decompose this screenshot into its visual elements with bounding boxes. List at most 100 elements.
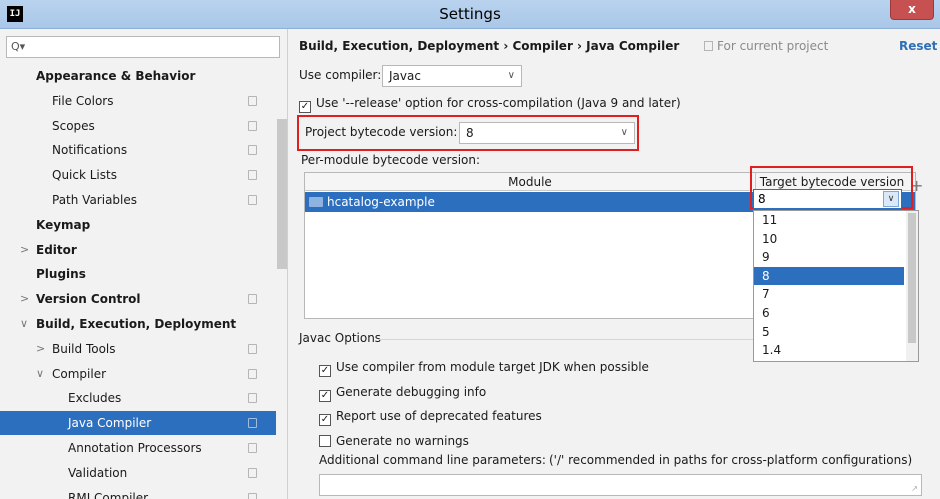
sidebar-scrollbar[interactable] — [277, 119, 287, 269]
title-bar: IJ Settings x — [0, 0, 940, 29]
project-scope-icon — [248, 120, 257, 131]
release-checkbox[interactable]: ✓ — [299, 101, 311, 113]
dropdown-option[interactable]: 7 — [754, 285, 904, 303]
use-compiler-label: Use compiler: — [299, 68, 382, 82]
sidebar-item-plugins[interactable]: Plugins — [0, 262, 276, 286]
additional-params-label: Additional command line parameters: — [319, 453, 546, 467]
reset-link[interactable]: Reset — [899, 39, 937, 53]
chevron-down-icon[interactable]: ∨ — [20, 312, 28, 336]
sidebar-item-build-execution-deployment[interactable]: ∨ Build, Execution, Deployment — [0, 312, 276, 336]
sidebar-item-version-control[interactable]: > Version Control — [0, 287, 276, 311]
sidebar-item-label: File Colors — [52, 93, 114, 108]
sidebar-item-compiler[interactable]: ∨ Compiler — [0, 362, 276, 386]
chevron-right-icon[interactable]: > — [20, 238, 29, 262]
sidebar-item-editor[interactable]: > Editor — [0, 238, 276, 262]
sidebar-item-path-variables[interactable]: Path Variables — [0, 188, 276, 212]
for-current-project: For current project — [704, 39, 828, 53]
project-scope-icon — [248, 294, 257, 305]
resize-handle-icon[interactable]: ↗ — [911, 484, 918, 493]
javac-option[interactable]: ✓ Generate debugging info — [319, 385, 486, 402]
sidebar-item-label: Annotation Processors — [68, 441, 202, 455]
sidebar-item-appearance-behavior[interactable]: Appearance & Behavior — [0, 64, 276, 88]
sidebar-item-label: Editor — [36, 242, 77, 257]
sidebar-item-scopes[interactable]: Scopes — [0, 114, 276, 138]
javac-option[interactable]: ✓ Report use of deprecated features — [319, 409, 542, 426]
chevron-right-icon[interactable]: > — [36, 337, 45, 361]
compiler-select[interactable]: Javac ∨ — [382, 65, 522, 87]
sidebar-item-notifications[interactable]: Notifications — [0, 138, 276, 162]
javac-option-label: Report use of deprecated features — [336, 409, 542, 423]
project-scope-icon — [248, 443, 257, 453]
sidebar-item-rmi-compiler[interactable]: RMI Compiler — [0, 486, 276, 499]
project-bytecode-select[interactable]: 8 ∨ — [459, 122, 635, 144]
project-scope-icon — [248, 467, 257, 478]
dropdown-option[interactable]: 5 — [754, 323, 904, 341]
sidebar-item-label: Keymap — [36, 217, 91, 232]
breadcrumb: Build, Execution, Deployment › Compiler … — [299, 39, 680, 53]
chevron-right-icon[interactable]: > — [20, 287, 29, 311]
dropdown-option[interactable]: 6 — [754, 304, 904, 322]
sidebar-item-quick-lists[interactable]: Quick Lists — [0, 163, 276, 187]
javac-option-label: Generate no warnings — [336, 433, 469, 448]
sidebar-item-label: Build, Execution, Deployment — [36, 317, 237, 331]
chevron-down-icon: ∨ — [507, 70, 515, 81]
dropdown-option[interactable]: 9 — [754, 248, 904, 266]
javac-option[interactable]: ✓ Use compiler from module target JDK whe… — [319, 360, 649, 377]
dropdown-option[interactable]: 1.4 — [754, 341, 904, 359]
javac-option-label: Use compiler from module target JDK when… — [336, 360, 649, 374]
project-scope-icon — [248, 368, 257, 379]
sidebar-item-excludes[interactable]: Excludes — [0, 386, 276, 410]
javac-option-checkbox[interactable]: ✓ — [319, 365, 331, 377]
sidebar-item-label: Path Variables — [52, 193, 138, 207]
sidebar-item-java-compiler[interactable]: Java Compiler — [0, 411, 276, 436]
sidebar-item-file-colors[interactable]: File Colors — [0, 89, 276, 113]
sidebar-item-label: RMI Compiler — [68, 490, 149, 499]
sidebar-item-build-tools[interactable]: > Build Tools — [0, 337, 276, 361]
sidebar-item-label: Plugins — [36, 267, 86, 282]
search-input[interactable]: Q▾ — [6, 36, 280, 58]
chevron-down-icon: ∨ — [620, 127, 628, 138]
sidebar-item-label: Java Compiler — [68, 416, 152, 431]
project-scope-icon — [248, 492, 257, 499]
sidebar-item-label: Compiler — [52, 366, 107, 381]
project-scope-icon — [248, 170, 257, 181]
project-scope-icon — [248, 95, 257, 106]
close-button[interactable]: x — [890, 0, 934, 20]
sidebar-item-keymap[interactable]: Keymap — [0, 213, 276, 237]
project-scope-icon — [248, 393, 257, 404]
sidebar-item-label: Scopes — [52, 118, 95, 133]
sidebar-item-annotation-processors[interactable]: Annotation Processors — [0, 436, 276, 460]
project-scope-icon — [248, 145, 257, 156]
dropdown-scrollbar[interactable] — [906, 211, 918, 361]
project-scope-icon — [248, 195, 257, 205]
javac-option-checkbox[interactable]: ✓ — [319, 414, 331, 426]
chevron-down-icon[interactable]: ∨ — [36, 362, 44, 386]
javac-option-checkbox[interactable]: ✓ — [319, 389, 331, 402]
dropdown-option[interactable]: 11 — [754, 211, 904, 229]
sidebar-item-label: Build Tools — [52, 341, 116, 356]
dropdown-option[interactable]: 10 — [754, 230, 904, 248]
chevron-down-icon[interactable]: ∨ — [883, 191, 899, 207]
additional-params-hint: ('/' recommended in paths for cross-plat… — [549, 453, 913, 467]
sidebar-item-validation[interactable]: Validation — [0, 461, 276, 485]
release-option[interactable]: ✓ Use '--release' option for cross-compil… — [299, 96, 681, 113]
sidebar-item-label: Validation — [68, 465, 128, 480]
project-scope-icon — [704, 41, 713, 51]
per-module-label: Per-module bytecode version: — [301, 153, 481, 167]
project-scope-icon — [248, 418, 257, 429]
javac-option[interactable]: Generate no warnings — [319, 434, 469, 448]
window-title: Settings — [439, 5, 501, 23]
module-folder-icon — [309, 197, 323, 207]
dropdown-option[interactable]: 8 — [754, 266, 904, 285]
sidebar-item-label: Notifications — [52, 143, 128, 158]
javac-option-label: Generate debugging info — [336, 384, 487, 399]
additional-params-input[interactable]: ↗ — [319, 474, 922, 496]
sidebar-item-label: Appearance & Behavior — [36, 69, 196, 83]
search-icon: Q▾ — [11, 40, 26, 53]
module-column-header[interactable]: Module — [305, 173, 756, 191]
target-bytecode-select[interactable]: 8 ∨ — [753, 189, 902, 209]
project-scope-icon — [248, 343, 257, 354]
sidebar-item-label: Version Control — [36, 292, 141, 307]
javac-option-checkbox[interactable] — [319, 434, 331, 447]
settings-sidebar: Q▾ Appearance & Behavior File Colors Scope… — [0, 29, 288, 499]
